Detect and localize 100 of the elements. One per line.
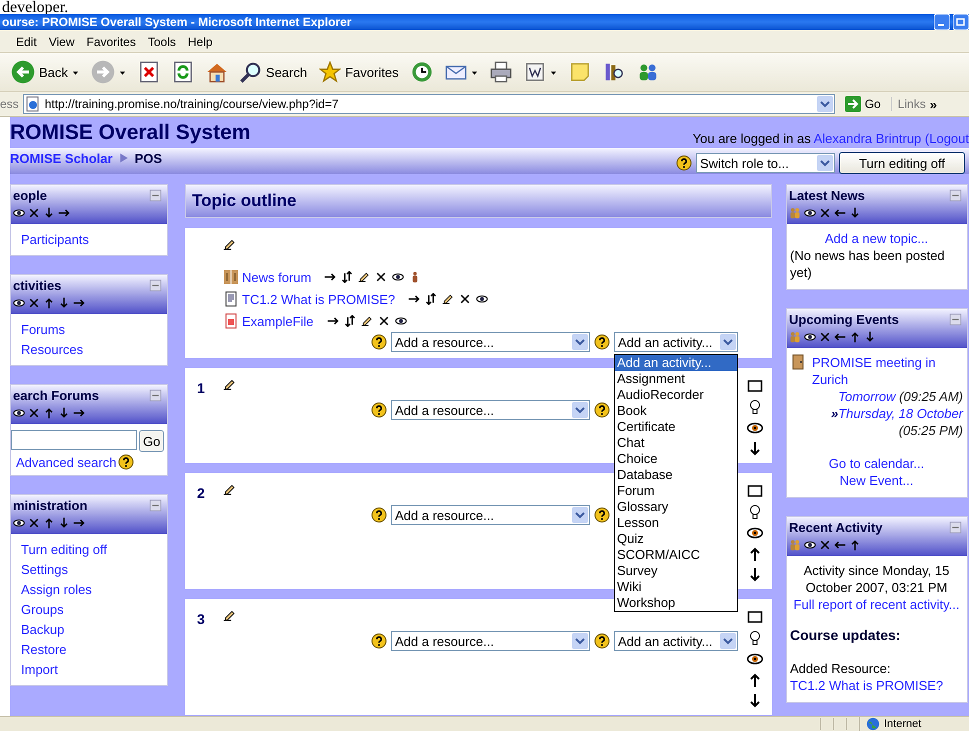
resource-select[interactable]: Add a resource... <box>391 332 590 352</box>
pencil-icon[interactable] <box>223 483 236 496</box>
eye-icon[interactable] <box>804 207 816 219</box>
left-arrow-icon[interactable] <box>834 539 846 551</box>
advanced-search-link[interactable]: Advanced search <box>16 454 116 470</box>
right-arrow-icon[interactable] <box>73 407 85 419</box>
search-field[interactable] <box>11 430 137 450</box>
up-arrow-icon[interactable] <box>43 407 55 419</box>
pencil-icon[interactable] <box>223 238 236 252</box>
block-link[interactable]: Full report of recent activity... <box>790 596 963 613</box>
menu-item[interactable]: Tools <box>142 34 182 50</box>
up-arrow-icon[interactable] <box>43 517 55 529</box>
date-link[interactable]: Tomorrow <box>838 389 896 404</box>
eye-icon[interactable] <box>747 420 763 436</box>
links-button[interactable]: Links <box>890 97 926 111</box>
go-button[interactable]: Go <box>838 96 887 112</box>
eye-icon[interactable] <box>476 293 488 305</box>
menu-item[interactable]: Edit <box>10 34 43 50</box>
delete-icon[interactable] <box>378 315 390 327</box>
square-icon[interactable] <box>747 483 763 499</box>
square-icon[interactable] <box>747 378 763 394</box>
resource-link[interactable]: TC1.2 What is PROMISE? <box>242 292 396 306</box>
block-link[interactable]: Groups <box>21 600 163 620</box>
collapse-icon[interactable] <box>949 313 962 326</box>
dropdown-option[interactable]: Quiz <box>615 531 737 547</box>
dropdown-option[interactable]: Workshop <box>615 595 737 611</box>
event-link[interactable]: PROMISE meeting in Zurich <box>812 354 963 388</box>
delete-icon[interactable] <box>375 271 388 283</box>
block-link[interactable]: Forums <box>21 320 163 340</box>
dropdown-option[interactable]: Chat <box>615 435 737 451</box>
eye-icon[interactable] <box>13 207 25 219</box>
help-icon[interactable] <box>594 402 610 418</box>
help-icon[interactable] <box>371 507 387 523</box>
help-icon[interactable] <box>371 633 387 649</box>
dropdown-option[interactable]: Lesson <box>615 515 737 531</box>
pencil-icon[interactable] <box>223 378 236 392</box>
pencil-icon[interactable] <box>360 315 373 327</box>
left-arrow-icon[interactable] <box>834 331 846 343</box>
block-link[interactable]: Settings <box>21 560 163 580</box>
block-link[interactable]: Restore <box>21 640 163 660</box>
block-link[interactable]: Resources <box>21 340 163 360</box>
collapse-icon[interactable] <box>949 189 962 202</box>
resource-link[interactable]: ExampleFile <box>242 314 314 328</box>
up-arrow-icon[interactable] <box>849 331 861 343</box>
down-arrow-icon[interactable] <box>864 331 876 343</box>
block-link[interactable]: Add a new topic... <box>790 230 963 247</box>
delete-icon[interactable] <box>28 407 40 419</box>
resource-link[interactable]: News forum <box>242 270 312 284</box>
dropdown-option[interactable]: Book <box>615 403 737 419</box>
help-icon[interactable] <box>118 454 134 470</box>
collapse-icon[interactable] <box>149 189 162 202</box>
dropdown-option[interactable]: Database <box>615 467 737 483</box>
go-button[interactable]: Go <box>139 430 164 452</box>
right-arrow-icon[interactable] <box>73 517 85 529</box>
left-arrow-icon[interactable] <box>834 207 846 219</box>
resource-select[interactable]: Add a resource... <box>391 400 590 420</box>
restore-button[interactable] <box>953 14 969 30</box>
lightbulb-icon[interactable] <box>747 399 763 415</box>
dropdown-option[interactable]: AudioRecorder <box>615 387 737 403</box>
down-arrow-icon[interactable] <box>58 297 70 309</box>
right-arrow-icon[interactable] <box>58 207 70 219</box>
block-link[interactable]: Assign roles <box>21 580 163 600</box>
turn-editing-off-button[interactable]: Turn editing off <box>839 152 965 174</box>
block-link[interactable]: Import <box>21 660 163 680</box>
block-link[interactable]: Participants <box>21 230 163 250</box>
chevron-button[interactable]: » <box>930 96 937 112</box>
eye-icon[interactable] <box>747 525 763 541</box>
activity-select[interactable]: Add an activity... <box>614 631 738 651</box>
menu-item[interactable]: Help <box>182 34 219 50</box>
role-select[interactable]: Switch role to... <box>696 153 835 173</box>
help-icon[interactable] <box>371 334 387 350</box>
menu-item[interactable]: Favorites <box>80 34 142 50</box>
up-down-arrows-icon[interactable] <box>425 293 438 305</box>
down-arrow-icon[interactable] <box>58 517 70 529</box>
lightbulb-icon[interactable] <box>747 504 763 520</box>
dropdown-option[interactable]: Survey <box>615 563 737 579</box>
collapse-icon[interactable] <box>949 521 962 534</box>
up-arrow-icon[interactable] <box>43 297 55 309</box>
help-icon[interactable] <box>594 633 610 649</box>
delete-icon[interactable] <box>459 293 472 305</box>
lightbulb-icon[interactable] <box>747 630 763 646</box>
right-arrow-icon[interactable] <box>324 271 336 283</box>
breadcrumb-link[interactable]: ROMISE Scholar <box>10 150 113 166</box>
down-arrow-icon[interactable] <box>58 407 70 419</box>
eye-icon[interactable] <box>804 331 816 343</box>
resource-select[interactable]: Add a resource... <box>391 631 590 651</box>
up-down-arrows-icon[interactable] <box>344 315 356 327</box>
menu-item[interactable]: View <box>42 34 80 50</box>
help-icon[interactable] <box>594 334 610 350</box>
dropdown-option[interactable]: Choice <box>615 451 737 467</box>
collapse-icon[interactable] <box>149 389 162 402</box>
dropdown-option[interactable]: Add an activity... <box>615 355 737 371</box>
search-button[interactable]: Search <box>234 59 312 85</box>
delete-icon[interactable] <box>28 517 40 529</box>
eye-icon[interactable] <box>747 651 763 667</box>
down-arrow-icon[interactable] <box>43 207 55 219</box>
eye-icon[interactable] <box>13 407 25 419</box>
square-icon[interactable] <box>747 609 763 625</box>
eye-icon[interactable] <box>13 297 25 309</box>
help-icon[interactable] <box>371 402 387 418</box>
